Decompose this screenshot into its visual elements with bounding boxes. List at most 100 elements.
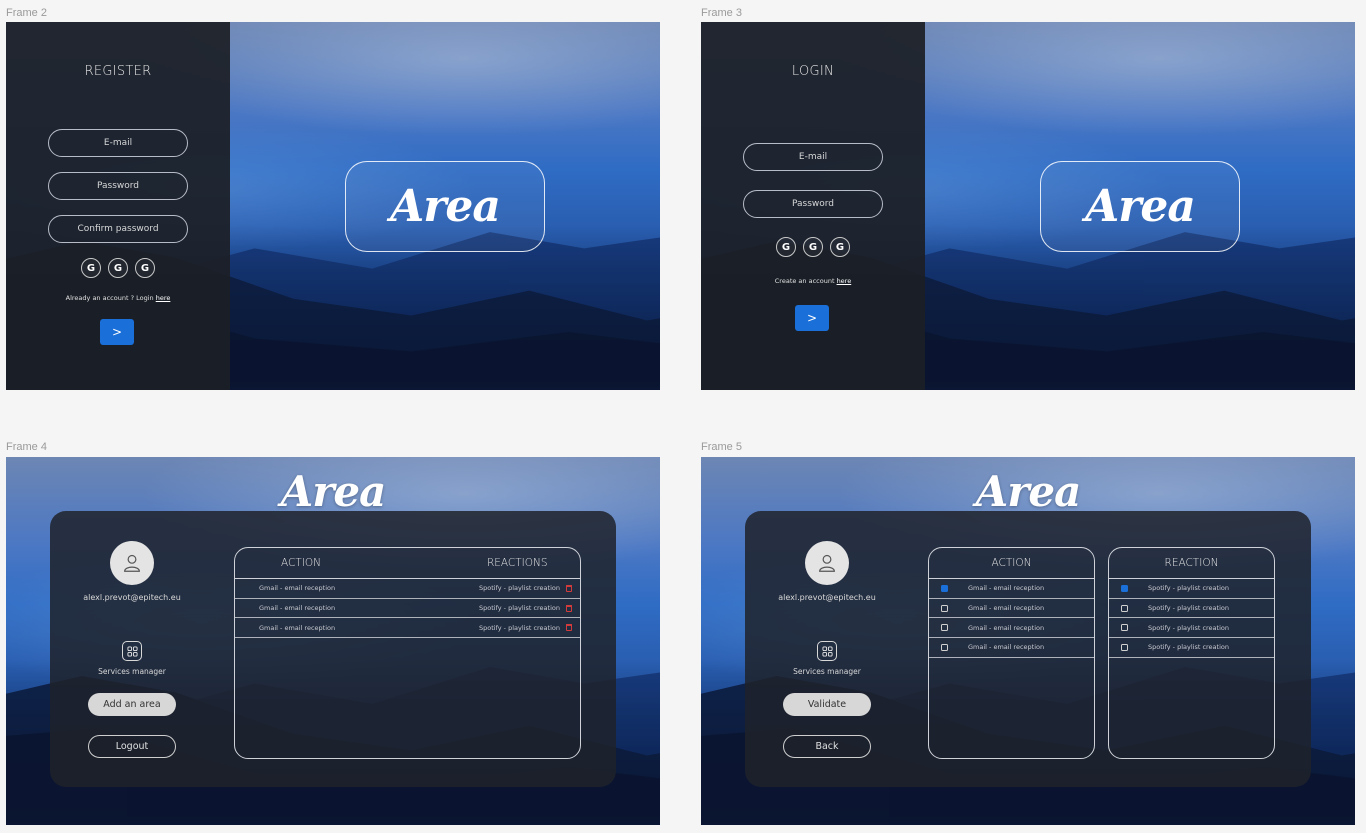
frame-dashboard: Area alexl.prevot@epitech.eu Services ma… bbox=[6, 457, 660, 825]
item-label: Gmail - email reception bbox=[968, 623, 1045, 632]
checkbox[interactable] bbox=[1121, 643, 1128, 651]
table-row[interactable]: Gmail - email reception Spotify - playli… bbox=[235, 599, 580, 619]
reaction-list: REACTION Spotify - playlist creation Spo… bbox=[1108, 547, 1275, 759]
submit-button[interactable]: > bbox=[795, 305, 829, 331]
item-label: Spotify - playlist creation bbox=[1148, 623, 1229, 632]
list-item[interactable]: Spotify - playlist creation bbox=[1109, 618, 1274, 639]
item-label: Gmail - email reception bbox=[968, 643, 1045, 652]
list-item[interactable]: Gmail - email reception bbox=[929, 638, 1094, 658]
submit-button[interactable]: > bbox=[100, 319, 134, 345]
logout-button[interactable]: Logout bbox=[88, 735, 176, 758]
login-link[interactable]: here bbox=[156, 294, 171, 302]
list-item[interactable]: Gmail - email reception bbox=[929, 599, 1094, 619]
password-field[interactable] bbox=[48, 172, 188, 200]
checkbox[interactable] bbox=[1121, 604, 1128, 612]
password-field[interactable] bbox=[743, 190, 883, 218]
item-label: Spotify - playlist creation bbox=[1148, 604, 1229, 613]
frame-label: Frame 5 bbox=[701, 441, 742, 453]
trash-icon[interactable] bbox=[566, 584, 572, 592]
checkbox[interactable] bbox=[1121, 624, 1128, 632]
list-item[interactable]: Spotify - playlist creation bbox=[1109, 579, 1274, 599]
row-action: Gmail - email reception bbox=[259, 584, 336, 593]
grid-icon[interactable] bbox=[122, 641, 142, 661]
login-prompt-text: Already an account ? Login bbox=[65, 294, 156, 302]
table-row[interactable]: Gmail - email reception Spotify - playli… bbox=[235, 618, 580, 639]
action-list: ACTION Gmail - email reception Gmail - e… bbox=[928, 547, 1095, 759]
trash-icon[interactable] bbox=[566, 624, 572, 632]
frame-login: LOGIN G G G Create an account here > Are… bbox=[701, 22, 1355, 390]
logo-box: Area bbox=[345, 161, 545, 252]
trash-icon[interactable] bbox=[566, 604, 572, 612]
user-icon bbox=[819, 554, 835, 572]
item-label: Spotify - playlist creation bbox=[1148, 643, 1229, 652]
email-field[interactable] bbox=[48, 129, 188, 157]
reaction-list-header: REACTION bbox=[1109, 548, 1274, 579]
chevron-right-icon: > bbox=[111, 325, 123, 339]
list-item[interactable]: Gmail - email reception bbox=[929, 579, 1094, 599]
row-action: Gmail - email reception bbox=[259, 604, 336, 613]
chevron-right-icon: > bbox=[806, 311, 818, 325]
row-reaction: Spotify - playlist creation bbox=[479, 623, 560, 632]
column-action: ACTION bbox=[281, 557, 321, 569]
dashboard-card: alexl.prevot@epitech.eu Services manager… bbox=[50, 511, 616, 787]
item-label: Gmail - email reception bbox=[968, 604, 1045, 613]
frame-register: REGISTER G G G Already an account ? Logi… bbox=[6, 22, 660, 390]
avatar bbox=[805, 541, 849, 585]
app-logo: Area bbox=[975, 467, 1082, 516]
google-icon[interactable]: G bbox=[776, 237, 796, 257]
frame-label: Frame 4 bbox=[6, 441, 47, 453]
user-email: alexl.prevot@epitech.eu bbox=[778, 593, 876, 602]
row-reaction: Spotify - playlist creation bbox=[479, 584, 560, 593]
app-logo: Area bbox=[390, 181, 501, 232]
item-label: Spotify - playlist creation bbox=[1148, 584, 1229, 593]
add-area-card: alexl.prevot@epitech.eu Services manager… bbox=[745, 511, 1311, 787]
social-login-row: G G G bbox=[701, 237, 925, 257]
list-item[interactable]: Spotify - playlist creation bbox=[1109, 638, 1274, 658]
avatar bbox=[110, 541, 154, 585]
google-icon[interactable]: G bbox=[135, 258, 155, 278]
login-panel: LOGIN G G G Create an account here > bbox=[701, 22, 925, 390]
areas-table: ACTION REACTIONS Gmail - email reception… bbox=[234, 547, 581, 759]
table-header: ACTION REACTIONS bbox=[235, 548, 580, 579]
checkbox[interactable] bbox=[941, 584, 948, 592]
validate-button[interactable]: Validate bbox=[783, 693, 871, 716]
frame-add-area: Area alexl.prevot@epitech.eu Services ma… bbox=[701, 457, 1355, 825]
table-row[interactable]: Gmail - email reception Spotify - playli… bbox=[235, 579, 580, 599]
back-button[interactable]: Back bbox=[783, 735, 871, 758]
social-login-row: G G G bbox=[6, 258, 230, 278]
action-list-header: ACTION bbox=[929, 548, 1094, 579]
register-prompt-text: Create an account bbox=[774, 277, 837, 285]
register-prompt: Create an account here bbox=[701, 277, 925, 285]
register-link[interactable]: here bbox=[837, 277, 852, 285]
confirm-password-field[interactable] bbox=[48, 215, 188, 243]
user-icon bbox=[124, 554, 140, 572]
frame-label: Frame 2 bbox=[6, 7, 47, 19]
checkbox[interactable] bbox=[1121, 584, 1128, 592]
frame-label: Frame 3 bbox=[701, 7, 742, 19]
checkbox[interactable] bbox=[941, 624, 948, 632]
login-prompt: Already an account ? Login here bbox=[6, 294, 230, 302]
app-logo: Area bbox=[1085, 181, 1196, 232]
page-title: LOGIN bbox=[791, 64, 835, 79]
google-icon[interactable]: G bbox=[830, 237, 850, 257]
services-manager-label[interactable]: Services manager bbox=[50, 667, 214, 676]
google-icon[interactable]: G bbox=[803, 237, 823, 257]
user-email: alexl.prevot@epitech.eu bbox=[83, 593, 181, 602]
logo-box: Area bbox=[1040, 161, 1240, 252]
google-icon[interactable]: G bbox=[108, 258, 128, 278]
checkbox[interactable] bbox=[941, 604, 948, 612]
google-icon[interactable]: G bbox=[81, 258, 101, 278]
list-item[interactable]: Gmail - email reception bbox=[929, 618, 1094, 639]
email-field[interactable] bbox=[743, 143, 883, 171]
item-label: Gmail - email reception bbox=[968, 584, 1045, 593]
row-reaction: Spotify - playlist creation bbox=[479, 604, 560, 613]
add-area-button[interactable]: Add an area bbox=[88, 693, 176, 716]
column-reactions: REACTIONS bbox=[487, 557, 548, 569]
app-logo: Area bbox=[280, 467, 387, 516]
services-manager-label[interactable]: Services manager bbox=[745, 667, 909, 676]
register-panel: REGISTER G G G Already an account ? Logi… bbox=[6, 22, 230, 390]
grid-icon[interactable] bbox=[817, 641, 837, 661]
list-item[interactable]: Spotify - playlist creation bbox=[1109, 599, 1274, 619]
row-action: Gmail - email reception bbox=[259, 623, 336, 632]
checkbox[interactable] bbox=[941, 643, 948, 651]
